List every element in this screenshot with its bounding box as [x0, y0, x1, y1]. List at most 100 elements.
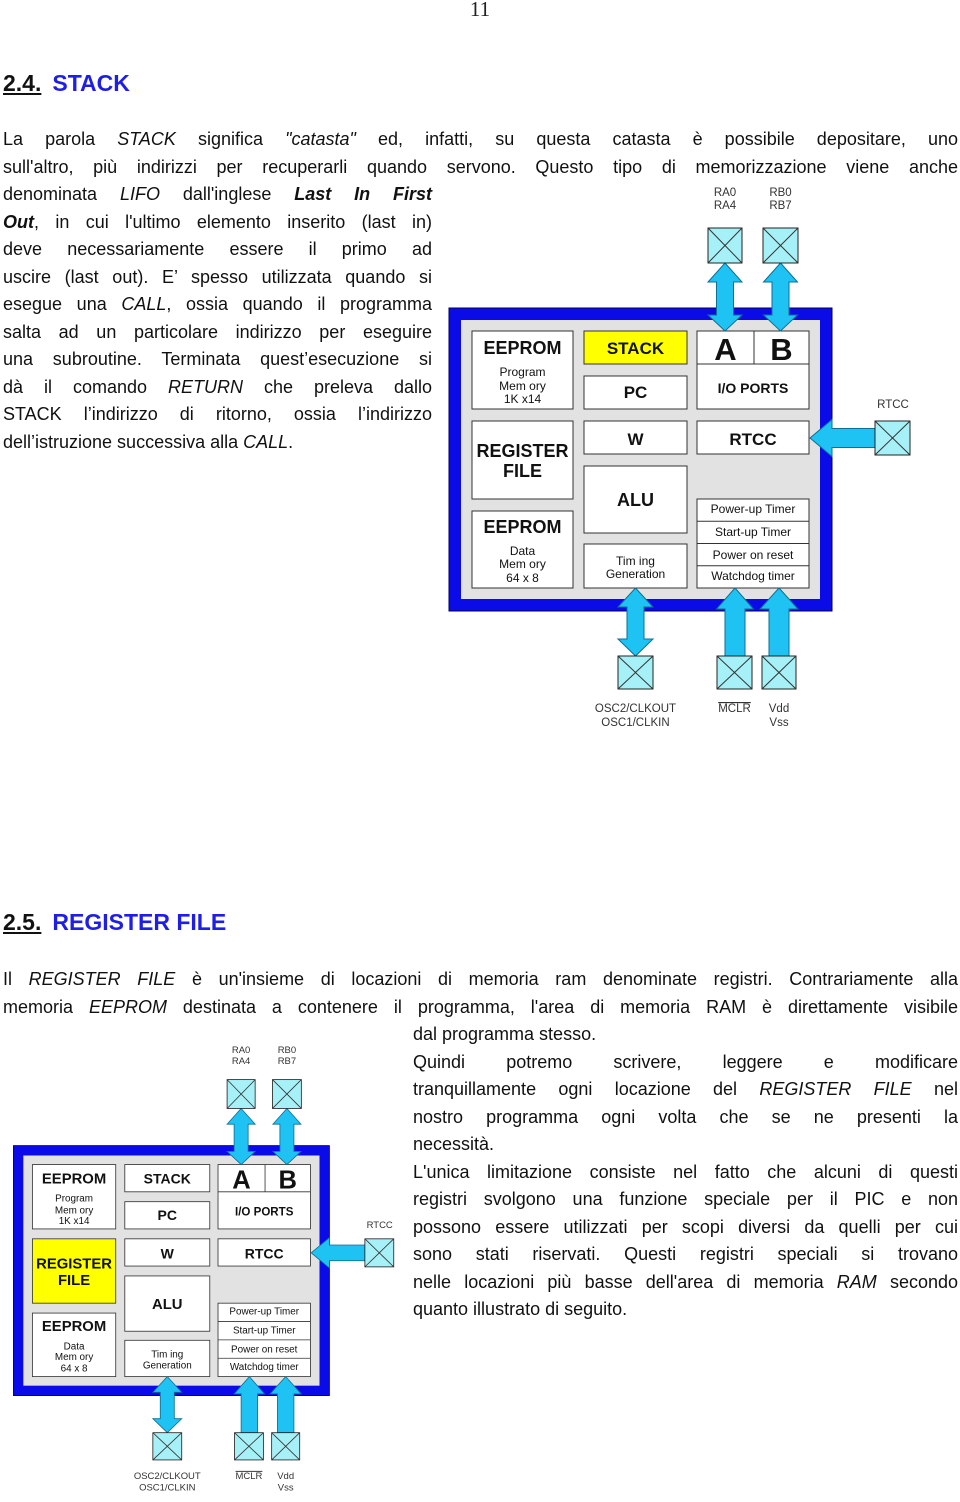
text-run: quanto illustrato di seguito. — [413, 1299, 628, 1319]
stack-label: STACK — [144, 1171, 191, 1187]
emphasis-text: Out — [3, 211, 34, 232]
paragraph-line: salta ad un particolare indirizzo per es… — [3, 319, 432, 347]
text-run: L'unica limitazione consiste nel fatto c… — [413, 1161, 958, 1182]
port-a-pin-label: RA0 — [714, 187, 736, 199]
oscillator-pin-label: OSC1/CLKIN — [139, 1482, 195, 1493]
register-file-paragraph-full: Il REGISTER FILE è un'insieme di locazio… — [3, 966, 958, 1021]
text-run: deve necessariamente essere il primo ad — [3, 239, 432, 259]
timing-generation-label: Tim ing — [151, 1350, 183, 1361]
mclr-pin-label: MCLR — [718, 703, 751, 715]
pc-label: PC — [158, 1207, 177, 1223]
pic-block-diagram-stack: EEPROMProgramMem ory1K x14STACKPCA BI/O P… — [448, 187, 911, 729]
text-run: . — [288, 431, 294, 452]
port-a-label: A — [714, 332, 736, 367]
text-run: sull'altro, più indirizzi per recuperarl… — [3, 156, 958, 177]
pc-label: PC — [624, 383, 648, 402]
paragraph-line: dell’istruzione successiva alla CALL. — [3, 429, 432, 457]
text-run: possono essere utilizzati per scopi dive… — [413, 1216, 958, 1237]
emphasis-text: "catasta" — [285, 129, 356, 149]
text-run: memoria — [3, 996, 89, 1017]
paragraph-line: sull'altro, più indirizzi per recuperarl… — [3, 154, 958, 182]
text-run: necessità. — [413, 1134, 495, 1154]
paragraph-line: L'unica limitazione consiste nel fatto c… — [413, 1159, 958, 1187]
text-run: registri svolgono una funzione speciale … — [413, 1189, 958, 1209]
page-number: 11 — [469, 0, 491, 21]
paragraph-line: esegue una CALL, ossia quando il program… — [3, 291, 432, 319]
emphasis-text: Last In First — [294, 184, 433, 204]
paragraph-line: necessità. — [413, 1131, 958, 1159]
port-b-label: B — [279, 1167, 297, 1195]
io-ports-label: I/O PORTS — [235, 1207, 294, 1219]
eeprom-data-title: EEPROM — [483, 517, 561, 537]
text-run: uscire (last out). E’ spesso utilizzata … — [3, 266, 432, 287]
w-register-label: W — [627, 430, 644, 449]
eeprom-data-detail: Mem ory — [499, 557, 546, 571]
section-title: REGISTER FILE — [52, 909, 227, 935]
text-run: destinata a contenere il programma, l'ar… — [166, 996, 959, 1017]
paragraph-line: uscire (last out). E’ spesso utilizzata … — [3, 264, 432, 292]
paragraph-line: tranquillamente ogni locazione del REGIS… — [413, 1076, 958, 1104]
text-run: , ossia quando il programma — [166, 294, 432, 314]
text-run: denominata — [3, 184, 120, 204]
eeprom-program-detail: Program — [55, 1194, 93, 1205]
rtcc-pin-label: RTCC — [877, 399, 909, 411]
eeprom-program-title: EEPROM — [483, 338, 561, 358]
reset-timer-label: Power-up Timer — [229, 1307, 299, 1318]
text-run: dall'inglese — [159, 184, 295, 204]
stack-paragraph-column: denominata LIFO dall'inglese Last In Fir… — [3, 181, 432, 456]
eeprom-data-detail: 64 x 8 — [61, 1364, 88, 1375]
emphasis-text: RETURN — [167, 376, 243, 397]
text-run: salta ad un particolare indirizzo per es… — [3, 321, 432, 342]
paragraph-line: dal programma stesso. — [413, 1021, 958, 1049]
text-run: , in cui l'ultimo elemento inserito (las… — [34, 211, 432, 232]
eeprom-program-detail: 1K x14 — [59, 1216, 90, 1227]
paragraph-line: denominata LIFO dall'inglese Last In Fir… — [3, 181, 432, 209]
rtcc-label: RTCC — [245, 1246, 284, 1262]
eeprom-program-title: EEPROM — [42, 1172, 106, 1188]
section-number: 2.5. — [3, 909, 42, 935]
paragraph-line: Il REGISTER FILE è un'insieme di locazio… — [3, 966, 958, 994]
port-b-pin-label: RB7 — [278, 1056, 296, 1067]
eeprom-program-detail: Mem ory — [55, 1205, 93, 1216]
timing-generation-label: Tim ing — [616, 554, 655, 568]
paragraph-line: una subroutine. Terminata quest’esecuzio… — [3, 346, 432, 374]
port-b-pin-label: RB7 — [769, 200, 791, 212]
paragraph-line: quanto illustrato di seguito. — [413, 1296, 958, 1324]
paragraph-line: memoria EEPROM destinata a contenere il … — [3, 994, 958, 1022]
alu-label: ALU — [152, 1297, 183, 1313]
reset-timer-label: Power on reset — [231, 1345, 298, 1356]
text-run: nostro programma ogni volta che se ne pr… — [413, 1106, 958, 1127]
port-a-pin-label: RA0 — [232, 1045, 250, 1056]
section-heading-stack: 2.4. STACK — [3, 69, 130, 97]
text-run: STACK l’indirizzo di ritorno, ossia l’in… — [3, 404, 432, 424]
w-register-label: W — [161, 1246, 175, 1262]
power-pin-label: Vdd — [769, 703, 789, 715]
text-run: nel — [911, 1079, 959, 1099]
text-run: una subroutine. Terminata quest’esecuzio… — [3, 349, 432, 369]
paragraph-line: Quindi potremo scrivere, leggere e modif… — [413, 1049, 958, 1077]
eeprom-data-detail: 64 x 8 — [506, 571, 539, 585]
reset-timer-label: Power on reset — [713, 548, 794, 562]
paragraph-line: La parola STACK significa "catasta" ed, … — [3, 126, 958, 154]
oscillator-pin-label: OSC1/CLKIN — [601, 717, 669, 729]
text-run: dal programma stesso. — [413, 1024, 597, 1044]
text-run: che preleva dallo — [242, 376, 432, 397]
paragraph-line: dà il comando RETURN che preleva dallo — [3, 374, 432, 402]
mclr-pin-label: MCLR — [236, 1471, 263, 1482]
reset-timer-label: Start-up Timer — [233, 1326, 296, 1337]
stack-paragraph-full: La parola STACK significa "catasta" ed, … — [3, 126, 958, 181]
paragraph-line: nelle locazioni più basse dell'area di m… — [413, 1269, 958, 1297]
paragraph-line: nostro programma ogni volta che se ne pr… — [413, 1104, 958, 1132]
text-run: La parola — [3, 129, 118, 149]
section-number: 2.4. — [3, 70, 42, 96]
text-run: dell’istruzione successiva alla — [3, 431, 244, 452]
eeprom-data-detail: Data — [64, 1341, 85, 1352]
emphasis-text: LIFO — [119, 184, 160, 204]
reset-timer-label: Watchdog timer — [230, 1362, 299, 1373]
text-run: Quindi potremo scrivere, leggere e modif… — [413, 1051, 958, 1072]
text-run: significa — [175, 129, 286, 149]
port-a-pin-label: RA4 — [714, 200, 737, 212]
paragraph-line: deve necessariamente essere il primo ad — [3, 236, 432, 264]
rtcc-label: RTCC — [729, 430, 776, 449]
timing-generation-label: Generation — [606, 567, 665, 581]
